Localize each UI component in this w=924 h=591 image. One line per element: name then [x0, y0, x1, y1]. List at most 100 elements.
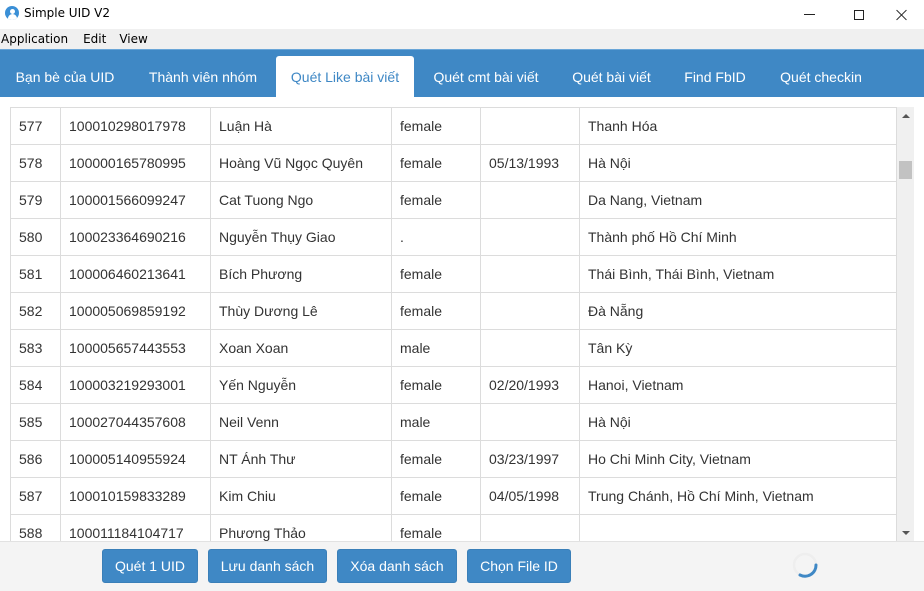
cell-location: Tân Kỳ [579, 329, 897, 367]
cell-uid: 100027044357608 [60, 403, 211, 441]
table-row[interactable]: 584 100003219293001 Yến Nguyễn female 02/20/… [10, 366, 897, 404]
table-row[interactable]: 578 100000165780995 Hoàng Vũ Ngọc Quyên fem… [10, 144, 897, 182]
cell-birthday [480, 107, 580, 145]
table-row[interactable]: 580 100023364690216 Nguyễn Thụy Giao. Thành… [10, 218, 897, 256]
cell-uid: 100003219293001 [60, 366, 211, 404]
cell-location: Đà Nẵng [579, 292, 897, 330]
title-bar: Simple UID V2 [0, 0, 924, 29]
menu-view[interactable]: View [117, 32, 154, 46]
cell-birthday: 05/13/1993 [480, 144, 580, 182]
cell-gender: female [391, 366, 481, 404]
window-title: Simple UID V2 [24, 6, 111, 20]
save-list-button[interactable]: Lưu danh sách [208, 549, 327, 583]
cell-name: Phương Thảo [210, 514, 392, 541]
cell-index: 584 [10, 366, 61, 404]
cell-location: Ho Chi Minh City, Vietnam [579, 440, 897, 478]
tab-thanh-vien-nhom[interactable]: Thành viên nhóm [137, 56, 269, 98]
maximize-icon [854, 9, 864, 20]
cell-name: Luận Hà [210, 107, 392, 145]
close-icon [895, 9, 907, 21]
cell-index: 580 [10, 218, 61, 256]
table-row[interactable]: 582 100005069859192 Thùy Dương Lê female Đà … [10, 292, 897, 330]
cell-birthday [480, 255, 580, 293]
cell-birthday: 03/23/1997 [480, 440, 580, 478]
cell-name: Cat Tuong Ngo [210, 181, 392, 219]
cell-gender: female [391, 144, 481, 182]
cell-location: Da Nang, Vietnam [579, 181, 897, 219]
cell-name: NT Ánh Thư [210, 440, 392, 478]
cell-location: Thanh Hóa [579, 107, 897, 145]
cell-index: 588 [10, 514, 61, 541]
cell-birthday [480, 403, 580, 441]
cell-name: Nguyễn Thụy Giao [210, 218, 392, 256]
cell-index: 579 [10, 181, 61, 219]
table-row[interactable]: 587 100010159833289 Kim Chiu female 04/05/19… [10, 477, 897, 515]
cell-uid: 100001566099247 [60, 181, 211, 219]
close-button[interactable] [878, 0, 924, 29]
loading-spinner-icon [792, 552, 818, 578]
cell-name: Xoan Xoan [210, 329, 392, 367]
cell-uid: 100023364690216 [60, 218, 211, 256]
cell-name: Thùy Dương Lê [210, 292, 392, 330]
cell-index: 582 [10, 292, 61, 330]
arrow-down-icon [901, 530, 910, 535]
table-row[interactable]: 585 100027044357608 Neil Venn male Hà Nội [10, 403, 897, 441]
cell-name: Hoàng Vũ Ngọc Quyên [210, 144, 392, 182]
table-row[interactable]: 583 100005657443553 Xoan Xoan male Tân Kỳ [10, 329, 897, 367]
minimize-icon [803, 14, 815, 15]
cell-gender: female [391, 181, 481, 219]
cell-name: Yến Nguyễn [210, 366, 392, 404]
results-table: 577 100010298017978 Luận Hà female Thanh Hóa… [10, 107, 897, 541]
scroll-down-button[interactable] [897, 524, 914, 541]
cell-index: 585 [10, 403, 61, 441]
cell-gender: . [391, 218, 481, 256]
cell-gender: female [391, 477, 481, 515]
cell-gender: female [391, 514, 481, 541]
cell-uid: 100000165780995 [60, 144, 211, 182]
cell-index: 578 [10, 144, 61, 182]
cell-name: Kim Chiu [210, 477, 392, 515]
scroll-thumb[interactable] [899, 161, 912, 179]
table-row[interactable]: 581 100006460213641 Bích Phương female Thái … [10, 255, 897, 293]
cell-birthday: 04/05/1998 [480, 477, 580, 515]
tab-bar: Bạn bè của UID Thành viên nhóm Quét Like… [0, 49, 924, 98]
maximize-button[interactable] [836, 0, 882, 29]
menu-bar: Application Edit View [0, 29, 924, 49]
cell-name: Neil Venn [210, 403, 392, 441]
choose-file-id-button[interactable]: Chọn File ID [467, 549, 571, 583]
tab-quet-like-bai-viet[interactable]: Quét Like bài viết [276, 56, 414, 98]
cell-uid: 100010159833289 [60, 477, 211, 515]
minimize-button[interactable] [786, 0, 832, 29]
arrow-up-icon [901, 113, 910, 118]
table-row[interactable]: 588 100011184104717 Phương Thảo female [10, 514, 897, 541]
cell-birthday [480, 181, 580, 219]
tab-ban-be-cua-uid[interactable]: Bạn bè của UID [2, 56, 128, 98]
cell-location [579, 514, 897, 541]
cell-birthday: 02/20/1993 [480, 366, 580, 404]
action-bar: Quét 1 UID Lưu danh sách Xóa danh sách C… [0, 541, 924, 591]
cell-gender: male [391, 329, 481, 367]
tab-quet-checkin[interactable]: Quét checkin [768, 56, 874, 98]
table-row[interactable]: 577 100010298017978 Luận Hà female Thanh Hóa [10, 107, 897, 145]
scan-one-uid-button[interactable]: Quét 1 UID [102, 549, 198, 583]
cell-uid: 100006460213641 [60, 255, 211, 293]
table-row[interactable]: 586 100005140955924 NT Ánh Thư female 03/23/… [10, 440, 897, 478]
menu-application[interactable]: Application [0, 32, 75, 46]
clear-list-button[interactable]: Xóa danh sách [337, 549, 457, 583]
cell-index: 581 [10, 255, 61, 293]
table-row[interactable]: 579 100001566099247 Cat Tuong Ngo female Da … [10, 181, 897, 219]
cell-location: Thái Bình, Thái Bình, Vietnam [579, 255, 897, 293]
vertical-scrollbar[interactable] [897, 107, 914, 541]
cell-name: Bích Phương [210, 255, 392, 293]
tab-quet-cmt-bai-viet[interactable]: Quét cmt bài viết [420, 56, 552, 98]
menu-edit[interactable]: Edit [81, 32, 113, 46]
cell-index: 583 [10, 329, 61, 367]
cell-uid: 100005657443553 [60, 329, 211, 367]
scroll-up-button[interactable] [897, 107, 914, 124]
tab-find-fbid[interactable]: Find FbID [672, 56, 758, 98]
tab-quet-bai-viet[interactable]: Quét bài viết [560, 56, 663, 98]
cell-gender: male [391, 403, 481, 441]
cell-uid: 100005069859192 [60, 292, 211, 330]
cell-location: Trung Chánh, Hồ Chí Minh, Vietnam [579, 477, 897, 515]
cell-gender: female [391, 440, 481, 478]
